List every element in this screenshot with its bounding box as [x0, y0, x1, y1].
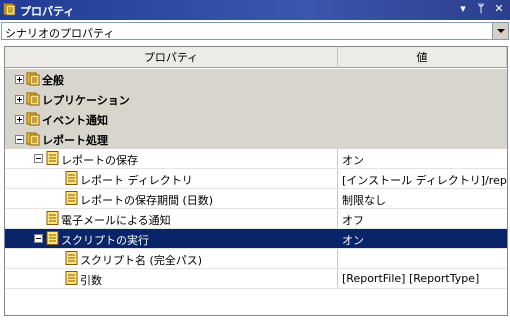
property-row-email-notification[interactable]: 電子メールによる通知 オフ: [5, 209, 507, 229]
property-value[interactable]: オン: [342, 232, 364, 248]
pin-icon[interactable]: ᛘ: [474, 2, 488, 16]
property-name-cell: 引数: [5, 269, 338, 288]
property-value[interactable]: [ReportFile] [ReportType]: [342, 272, 479, 285]
collapse-minus-icon[interactable]: [15, 135, 24, 144]
category-event-notification[interactable]: イベント通知: [5, 109, 507, 129]
panel-titlebar: プロパティ ▾ ᛘ ✕: [0, 0, 510, 20]
property-row-script-name[interactable]: スクリプト名 (完全パス): [5, 249, 507, 269]
expand-plus-icon[interactable]: [15, 95, 24, 104]
property-label: レポートの保存期間 (日数): [80, 194, 214, 207]
property-label: レポートの保存: [61, 154, 138, 167]
property-grid: プロパティ 値 全般 レプリケーション イベント通知 レポート処理 レポートの保…: [4, 46, 508, 316]
property-row-report-directory[interactable]: レポート ディレクトリ [インストール ディレクトリ]/reports: [5, 169, 507, 189]
property-row-retention-days[interactable]: レポートの保存期間 (日数) 制限なし: [5, 189, 507, 209]
dropdown-menu-icon[interactable]: ▾: [456, 2, 470, 16]
panel-title: プロパティ: [20, 5, 75, 18]
category-folder-icon: [26, 112, 40, 126]
category-label: 全般: [42, 74, 64, 87]
property-label: 電子メールによる通知: [61, 214, 171, 227]
category-folder-icon: [26, 132, 40, 146]
category-label: レポート処理: [42, 134, 108, 147]
category-report-processing[interactable]: レポート処理: [5, 129, 507, 149]
column-header-value[interactable]: 値: [338, 47, 507, 68]
chevron-down-icon[interactable]: [492, 23, 508, 39]
expand-plus-icon[interactable]: [15, 75, 24, 84]
property-value[interactable]: 制限なし: [342, 192, 386, 208]
property-name-cell: レポートの保存: [5, 149, 338, 168]
category-folder-icon: [26, 72, 40, 86]
property-row-execute-script[interactable]: スクリプトの実行 オン: [5, 229, 507, 249]
property-icon: [46, 231, 60, 245]
property-icon: [65, 271, 79, 285]
collapse-minus-icon[interactable]: [34, 154, 43, 163]
category-label: イベント通知: [42, 114, 108, 127]
property-icon: [46, 211, 60, 225]
property-value[interactable]: [インストール ディレクトリ]/reports: [342, 172, 507, 188]
property-row-save-report[interactable]: レポートの保存 オン: [5, 149, 507, 169]
property-icon: [65, 171, 79, 185]
property-name-cell: スクリプト名 (完全パス): [5, 249, 338, 268]
property-name-cell: 電子メールによる通知: [5, 209, 338, 228]
property-name-cell: レポートの保存期間 (日数): [5, 189, 338, 208]
property-name-cell: スクリプトの実行: [5, 229, 338, 248]
category-general[interactable]: 全般: [5, 69, 507, 89]
properties-icon: [3, 3, 16, 19]
property-label: レポート ディレクトリ: [80, 174, 193, 187]
property-value[interactable]: オフ: [342, 212, 364, 228]
property-icon: [46, 151, 60, 165]
properties-selector[interactable]: シナリオのプロパティ: [1, 22, 509, 40]
property-icon: [65, 251, 79, 265]
collapse-minus-icon[interactable]: [34, 234, 43, 243]
property-name-cell: レポート ディレクトリ: [5, 169, 338, 188]
category-replication[interactable]: レプリケーション: [5, 89, 507, 109]
property-label: 引数: [80, 274, 102, 287]
category-folder-icon: [26, 92, 40, 106]
category-label: レプリケーション: [42, 94, 130, 107]
property-label: スクリプトの実行: [61, 234, 149, 247]
close-icon[interactable]: ✕: [492, 2, 506, 16]
selector-value: シナリオのプロパティ: [5, 27, 115, 40]
property-icon: [65, 191, 79, 205]
column-header-property[interactable]: プロパティ: [5, 47, 338, 68]
property-value[interactable]: オン: [342, 152, 364, 168]
property-label: スクリプト名 (完全パス): [80, 254, 203, 267]
expand-plus-icon[interactable]: [15, 115, 24, 124]
property-row-arguments[interactable]: 引数 [ReportFile] [ReportType]: [5, 269, 507, 289]
